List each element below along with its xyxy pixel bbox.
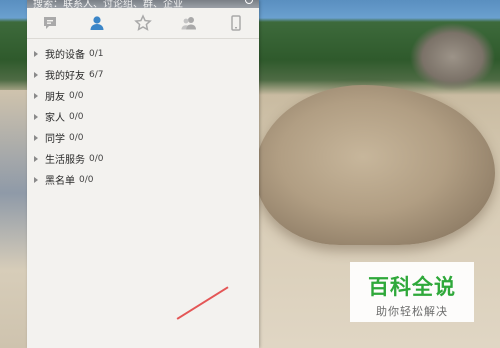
wallpaper-rock-right xyxy=(405,0,500,95)
group-name: 家人 xyxy=(45,113,65,124)
star-icon xyxy=(134,14,152,31)
tab-favorites[interactable] xyxy=(120,8,166,38)
contacts-panel: 搜索：联系人、讨论组、群、企业 我的设备 0/1 我的好友 6/7 朋友 0/0… xyxy=(27,0,259,348)
tab-bar xyxy=(27,8,259,39)
tab-devices[interactable] xyxy=(213,8,259,38)
group-count: 6/7 xyxy=(89,69,104,80)
group-name: 朋友 xyxy=(45,92,65,103)
group-count: 0/1 xyxy=(89,48,104,59)
contact-group[interactable]: 朋友 0/0 xyxy=(27,85,259,106)
contact-group[interactable]: 我的设备 0/1 xyxy=(27,43,259,64)
group-count: 0/0 xyxy=(79,174,94,185)
group-count: 0/0 xyxy=(69,132,84,143)
search-icon[interactable] xyxy=(245,0,253,4)
group-name: 同学 xyxy=(45,134,65,145)
expand-arrow-icon[interactable] xyxy=(34,155,38,162)
search-input[interactable]: 搜索：联系人、讨论组、群、企业 xyxy=(27,0,259,8)
group-name: 黑名单 xyxy=(45,176,75,187)
contact-group[interactable]: 我的好友 6/7 xyxy=(27,64,259,85)
contact-group[interactable]: 同学 0/0 xyxy=(27,127,259,148)
group-count: 0/0 xyxy=(69,90,84,101)
search-placeholder: 搜索：联系人、讨论组、群、企业 xyxy=(33,0,183,8)
expand-arrow-icon[interactable] xyxy=(34,50,38,57)
person-icon xyxy=(90,16,104,30)
group-name: 生活服务 xyxy=(45,155,85,166)
group-icon xyxy=(181,17,197,30)
group-name: 我的设备 xyxy=(45,50,85,61)
tab-contacts[interactable] xyxy=(73,8,119,38)
contact-group-list: 我的设备 0/1 我的好友 6/7 朋友 0/0 家人 0/0 同学 0/0 生… xyxy=(27,39,259,190)
contact-group[interactable]: 生活服务 0/0 xyxy=(27,148,259,169)
chat-bubble-icon xyxy=(44,17,57,29)
group-name: 我的好友 xyxy=(45,71,85,82)
wallpaper-sand-left xyxy=(0,90,28,348)
expand-arrow-icon[interactable] xyxy=(34,92,38,99)
contact-group[interactable]: 家人 0/0 xyxy=(27,106,259,127)
expand-arrow-icon[interactable] xyxy=(34,113,38,120)
tab-groups[interactable] xyxy=(166,8,212,38)
contact-group[interactable]: 黑名单 0/0 xyxy=(27,169,259,190)
group-count: 0/0 xyxy=(89,153,104,164)
group-count: 0/0 xyxy=(69,111,84,122)
expand-arrow-icon[interactable] xyxy=(34,71,38,78)
watermark-subtitle: 助你轻松解决 xyxy=(376,305,448,318)
watermark-title: 百科全说 xyxy=(368,275,456,299)
annotation-stroke xyxy=(176,286,229,320)
expand-arrow-icon[interactable] xyxy=(34,134,38,141)
watermark-logo: 百科全说 助你轻松解决 xyxy=(350,262,474,322)
phone-icon xyxy=(231,15,241,31)
tab-conversations[interactable] xyxy=(27,8,73,38)
expand-arrow-icon[interactable] xyxy=(34,176,38,183)
